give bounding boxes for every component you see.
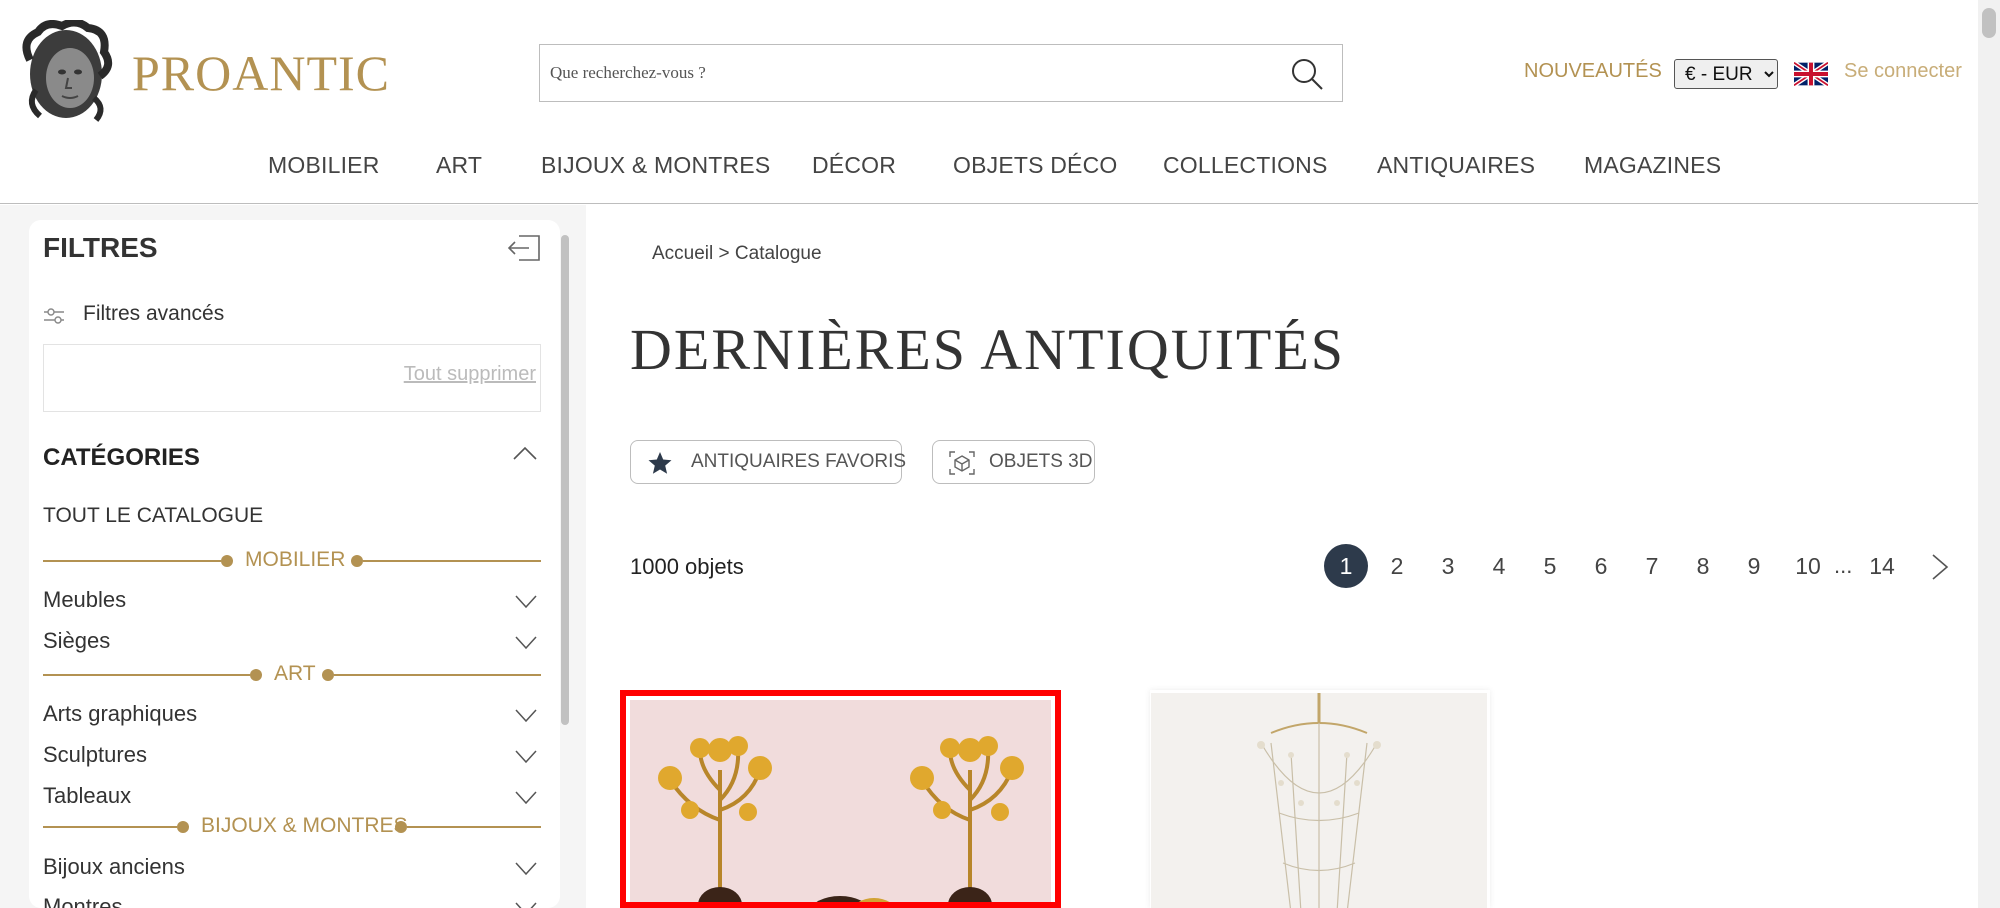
section-divider-bijoux: BIJOUX & MONTRES [43, 814, 541, 838]
star-icon [648, 452, 672, 474]
divider-line [334, 674, 541, 676]
filters-title: FILTRES [43, 232, 158, 263]
login-link[interactable]: Se connecter [1844, 60, 1962, 83]
category-sculptures[interactable]: Sculptures [43, 742, 541, 772]
sidebar-scrollbar[interactable] [559, 223, 571, 908]
divider-line [43, 674, 250, 676]
nav-decor[interactable]: DÉCOR [812, 152, 896, 179]
chevron-down-icon[interactable] [515, 636, 537, 650]
category-label: Tableaux [43, 783, 132, 808]
main-nav: MOBILIER ART BIJOUX & MONTRES DÉCOR OBJE… [0, 152, 1978, 182]
nav-objets-deco[interactable]: OBJETS DÉCO [953, 152, 1118, 179]
page-scrollbar-thumb[interactable] [1982, 8, 1996, 38]
section-divider-mobilier: MOBILIER [43, 548, 541, 572]
favorites-dealers-button[interactable]: ANTIQUAIRES FAVORIS [630, 440, 906, 484]
site-header: PROANTIC NOUVEAUTÉS € - EUR Se connecter… [0, 0, 1978, 204]
breadcrumb[interactable]: Accueil > Catalogue [652, 243, 822, 265]
clear-all-link[interactable]: Tout supprimer [404, 363, 536, 386]
favorites-dealers-label: ANTIQUAIRES FAVORIS [691, 451, 907, 472]
category-bijoux-anciens[interactable]: Bijoux anciens [43, 854, 541, 884]
nav-antiquaires[interactable]: ANTIQUAIRES [1377, 152, 1535, 179]
page-7[interactable]: 7 [1630, 544, 1674, 588]
page-3[interactable]: 3 [1426, 544, 1470, 588]
product-image[interactable] [630, 700, 1051, 902]
divider-dot [395, 821, 407, 833]
chevron-down-icon[interactable] [515, 862, 537, 876]
page-6[interactable]: 6 [1579, 544, 1623, 588]
category-tableaux[interactable]: Tableaux [43, 783, 541, 813]
divider-line [43, 560, 221, 562]
chevron-down-icon[interactable] [515, 595, 537, 609]
page-4[interactable]: 4 [1477, 544, 1521, 588]
page-scrollbar[interactable] [1978, 0, 2000, 908]
cube-3d-icon [949, 451, 975, 475]
section-divider-art: ART [43, 662, 541, 686]
selected-filters-box: Tout supprimer [43, 344, 541, 412]
uk-flag-icon[interactable] [1792, 60, 1830, 88]
category-label: Bijoux anciens [43, 854, 185, 879]
category-montres[interactable]: Montres [43, 894, 541, 908]
category-label: Arts graphiques [43, 701, 198, 726]
section-label-bijoux-montres: BIJOUX & MONTRES [201, 814, 408, 837]
divider-dot [322, 669, 334, 681]
divider-dot [177, 821, 189, 833]
divider-line [363, 560, 541, 562]
page-2[interactable]: 2 [1375, 544, 1419, 588]
nav-mobilier[interactable]: MOBILIER [268, 152, 380, 179]
nav-bijoux-montres[interactable]: BIJOUX & MONTRES [541, 152, 770, 179]
search-icon[interactable] [1290, 57, 1324, 91]
page-8[interactable]: 8 [1681, 544, 1725, 588]
category-label: Sculptures [43, 742, 147, 767]
product-image[interactable] [1151, 693, 1487, 908]
section-label-mobilier: MOBILIER [245, 548, 346, 571]
chevron-down-icon[interactable] [515, 750, 537, 764]
medusa-logo[interactable] [16, 18, 116, 124]
objects-3d-button[interactable]: OBJETS 3D [932, 440, 1095, 484]
category-arts-graphiques[interactable]: Arts graphiques [43, 701, 541, 731]
page-last[interactable]: 14 [1860, 544, 1904, 588]
categories-title[interactable]: CATÉGORIES [43, 444, 200, 472]
divider-dot [351, 555, 363, 567]
chevron-right-icon[interactable] [1930, 553, 1950, 581]
nav-collections[interactable]: COLLECTIONS [1163, 152, 1328, 179]
search-bar [539, 44, 1343, 102]
divider-dot [250, 669, 262, 681]
product-card[interactable] [620, 690, 1061, 908]
results-count: 1000 objets [630, 554, 744, 579]
nav-art[interactable]: ART [436, 152, 482, 179]
divider-dot [221, 555, 233, 567]
divider-line [43, 826, 177, 828]
page-1[interactable]: 1 [1324, 544, 1368, 588]
pagination-ellipsis: ... [1834, 553, 1853, 578]
product-card[interactable] [1150, 690, 1490, 908]
page-10[interactable]: 10 [1786, 544, 1830, 588]
chevron-down-icon[interactable] [515, 709, 537, 723]
section-label-art: ART [274, 662, 316, 685]
currency-select[interactable]: € - EUR [1674, 59, 1778, 89]
sidebar-scrollbar-thumb[interactable] [561, 235, 569, 725]
search-input[interactable] [550, 45, 1250, 101]
chevron-down-icon[interactable] [515, 791, 537, 805]
divider-line [407, 826, 541, 828]
sliders-icon[interactable] [43, 306, 65, 326]
category-label: Meubles [43, 587, 127, 612]
category-label: Sièges [43, 628, 111, 653]
page-9[interactable]: 9 [1732, 544, 1776, 588]
nav-magazines[interactable]: MAGAZINES [1584, 152, 1721, 179]
filters-panel: FILTRES Filtres avancés Tout supprimer C… [29, 220, 560, 908]
brand-name[interactable]: PROANTIC [132, 44, 390, 102]
page-title: DERNIÈRES ANTIQUITÉS [630, 317, 1346, 382]
collapse-panel-icon[interactable] [507, 234, 541, 262]
category-label: Montres [43, 894, 123, 908]
page-5[interactable]: 5 [1528, 544, 1572, 588]
chevron-up-icon[interactable] [513, 446, 537, 460]
advanced-filters-link[interactable]: Filtres avancés [83, 302, 224, 326]
category-sieges[interactable]: Sièges [43, 628, 541, 658]
chevron-down-icon[interactable] [515, 902, 537, 908]
nouveautes-link[interactable]: NOUVEAUTÉS [1524, 60, 1662, 83]
all-catalog-link[interactable]: TOUT LE CATALOGUE [43, 504, 263, 528]
objects-3d-label: OBJETS 3D [989, 451, 1093, 472]
category-meubles[interactable]: Meubles [43, 587, 541, 617]
